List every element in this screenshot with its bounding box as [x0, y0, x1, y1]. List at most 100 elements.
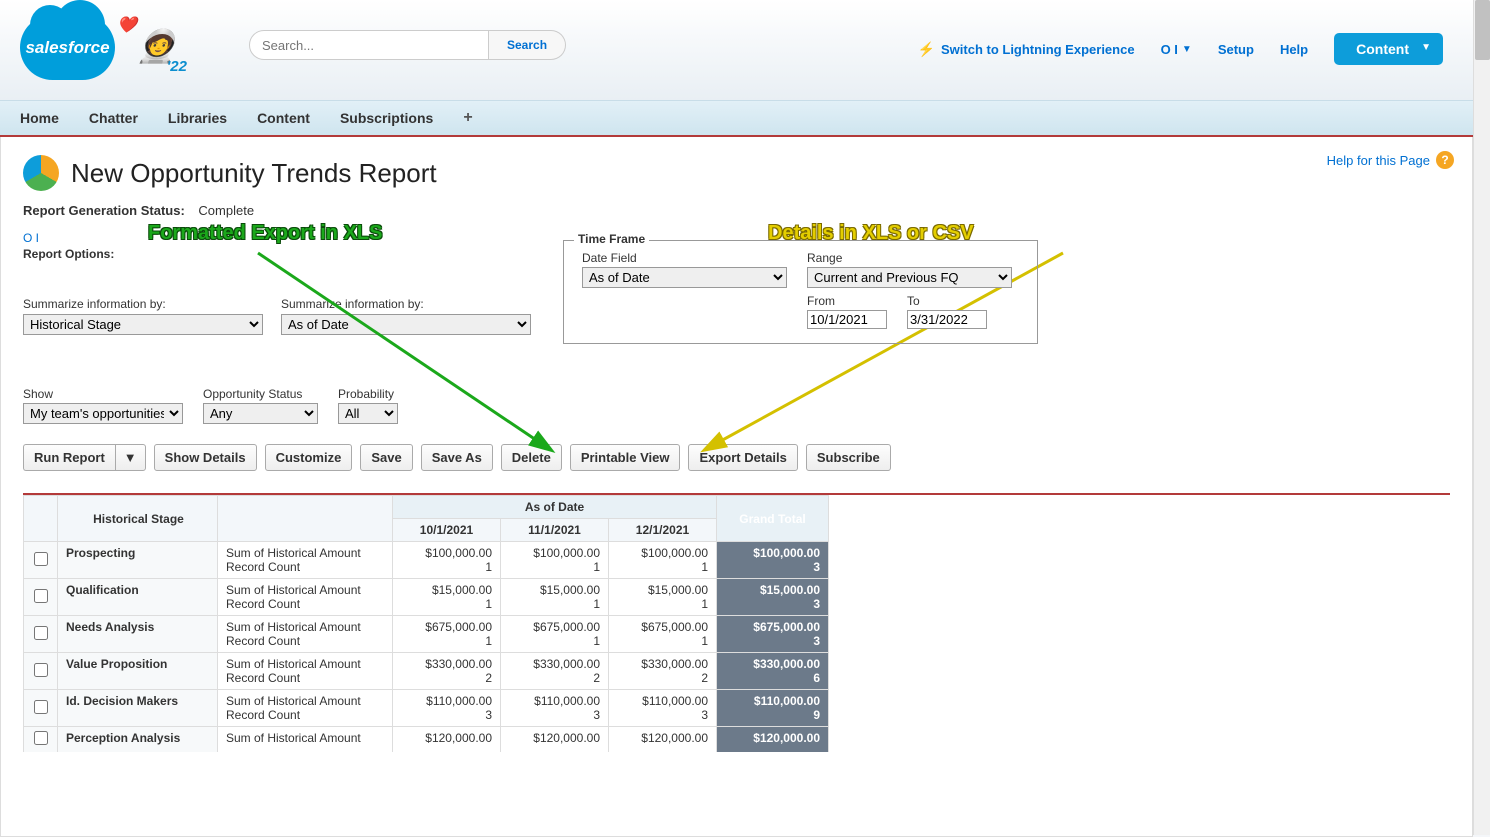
top-links: ⚡ Switch to Lightning Experience O I▼ Se… [918, 33, 1443, 65]
cell-val: $100,000.001 [501, 542, 609, 579]
run-report-menu-button[interactable]: ▼ [115, 444, 146, 471]
cell-grand: $120,000.00 [717, 727, 829, 753]
cell-grand: $330,000.006 [717, 653, 829, 690]
cell-val: $100,000.001 [609, 542, 717, 579]
cell-metrics: Sum of Historical Amount [218, 727, 393, 753]
cell-val: $15,000.001 [393, 579, 501, 616]
nav-libraries[interactable]: Libraries [168, 110, 227, 126]
show-select[interactable]: My team's opportunities [23, 403, 183, 424]
cell-metrics: Sum of Historical AmountRecord Count [218, 579, 393, 616]
show-label: Show [23, 387, 183, 401]
cell-metrics: Sum of Historical AmountRecord Count [218, 616, 393, 653]
nav-content[interactable]: Content [257, 110, 310, 126]
delete-button[interactable]: Delete [501, 444, 562, 471]
col-date-1[interactable]: 11/1/2021 [501, 519, 609, 542]
timeframe-legend: Time Frame [574, 232, 649, 246]
cell-val: $110,000.003 [609, 690, 717, 727]
date-field-select[interactable]: As of Date [582, 267, 787, 288]
from-date-input[interactable] [807, 310, 887, 329]
save-button[interactable]: Save [360, 444, 412, 471]
report-table: Historical Stage As of Date Grand Total … [23, 495, 829, 752]
col-date-2[interactable]: 12/1/2021 [609, 519, 717, 542]
summarize1-select[interactable]: Historical Stage [23, 314, 263, 335]
report-icon [23, 155, 59, 191]
row-checkbox[interactable] [34, 552, 48, 566]
cell-val: $330,000.002 [393, 653, 501, 690]
salesforce-logo: salesforce [20, 15, 115, 80]
setup-link[interactable]: Setup [1218, 42, 1254, 57]
search-input[interactable] [249, 30, 489, 60]
row-checkbox[interactable] [34, 700, 48, 714]
opp-status-select[interactable]: Any [203, 403, 318, 424]
row-checkbox[interactable] [34, 663, 48, 677]
subscribe-button[interactable]: Subscribe [806, 444, 891, 471]
printable-view-button[interactable]: Printable View [570, 444, 681, 471]
row-checkbox[interactable] [34, 589, 48, 603]
show-details-button[interactable]: Show Details [154, 444, 257, 471]
to-label: To [907, 294, 987, 308]
col-stage-header[interactable]: Historical Stage [58, 496, 218, 542]
save-as-button[interactable]: Save As [421, 444, 493, 471]
row-checkbox[interactable] [34, 731, 48, 745]
user-menu[interactable]: O I▼ [1161, 42, 1192, 57]
nav-add-tab[interactable]: + [463, 109, 472, 127]
col-date-0[interactable]: 10/1/2021 [393, 519, 501, 542]
cell-stage: Value Proposition [58, 653, 218, 690]
status-label: Report Generation Status: [23, 203, 185, 218]
opp-status-label: Opportunity Status [203, 387, 318, 401]
to-date-input[interactable] [907, 310, 987, 329]
cell-metrics: Sum of Historical AmountRecord Count [218, 542, 393, 579]
customize-button[interactable]: Customize [265, 444, 353, 471]
cell-val: $330,000.002 [501, 653, 609, 690]
nav-home[interactable]: Home [20, 110, 59, 126]
nav-chatter[interactable]: Chatter [89, 110, 138, 126]
probability-label: Probability [338, 387, 398, 401]
scrollbar-thumb[interactable] [1475, 0, 1490, 60]
export-details-button[interactable]: Export Details [688, 444, 797, 471]
vertical-scrollbar[interactable] [1473, 0, 1490, 835]
top-bar: salesforce ❤️ 🧑‍🚀 '22 Search ⚡ Switch to… [0, 0, 1473, 100]
help-link-top[interactable]: Help [1280, 42, 1308, 57]
cell-val: $675,000.001 [501, 616, 609, 653]
caret-down-icon: ▼ [1182, 44, 1192, 55]
heart-icon: ❤️ [117, 15, 137, 35]
row-checkbox[interactable] [34, 626, 48, 640]
global-search: Search [249, 30, 566, 60]
cell-val: $15,000.001 [609, 579, 717, 616]
table-row-cutoff: Perception AnalysisSum of Historical Amo… [24, 727, 829, 753]
switch-lightning-link[interactable]: ⚡ Switch to Lightning Experience [918, 41, 1135, 58]
help-icon: ? [1436, 151, 1454, 169]
table-row: ProspectingSum of Historical AmountRecor… [24, 542, 829, 579]
cell-val: $120,000.00 [609, 727, 717, 753]
cell-grand: $675,000.003 [717, 616, 829, 653]
table-row: Value PropositionSum of Historical Amoun… [24, 653, 829, 690]
cell-grand: $15,000.003 [717, 579, 829, 616]
cell-val: $110,000.003 [501, 690, 609, 727]
cell-stage: Needs Analysis [58, 616, 218, 653]
app-menu-button[interactable]: Content [1334, 33, 1443, 65]
page-body: Help for this Page ? New Opportunity Tre… [0, 137, 1473, 837]
cell-val: $675,000.001 [393, 616, 501, 653]
cell-metrics: Sum of Historical AmountRecord Count [218, 653, 393, 690]
cell-stage: Id. Decision Makers [58, 690, 218, 727]
probability-select[interactable]: All [338, 403, 398, 424]
green-arrow-icon [253, 248, 573, 468]
search-button[interactable]: Search [489, 30, 566, 60]
cell-val: $15,000.001 [501, 579, 609, 616]
col-grand-total-header: Grand Total [717, 496, 829, 542]
cell-val: $120,000.00 [501, 727, 609, 753]
cell-grand: $100,000.003 [717, 542, 829, 579]
release-year: '22 [167, 58, 187, 75]
help-for-page-link[interactable]: Help for this Page ? [1327, 151, 1454, 169]
nav-subscriptions[interactable]: Subscriptions [340, 110, 433, 126]
page-title: New Opportunity Trends Report [71, 158, 437, 189]
annotation-formatted-export: Formatted Export in XLS [148, 222, 382, 245]
cell-metrics: Sum of Historical AmountRecord Count [218, 690, 393, 727]
summarize2-select[interactable]: As of Date [281, 314, 531, 335]
report-owner-link[interactable]: O I [23, 231, 39, 245]
cell-val: $100,000.001 [393, 542, 501, 579]
range-select[interactable]: Current and Previous FQ [807, 267, 1012, 288]
status-row: Report Generation Status: Complete [23, 203, 1450, 218]
table-row: Needs AnalysisSum of Historical AmountRe… [24, 616, 829, 653]
run-report-button[interactable]: Run Report [23, 444, 115, 471]
